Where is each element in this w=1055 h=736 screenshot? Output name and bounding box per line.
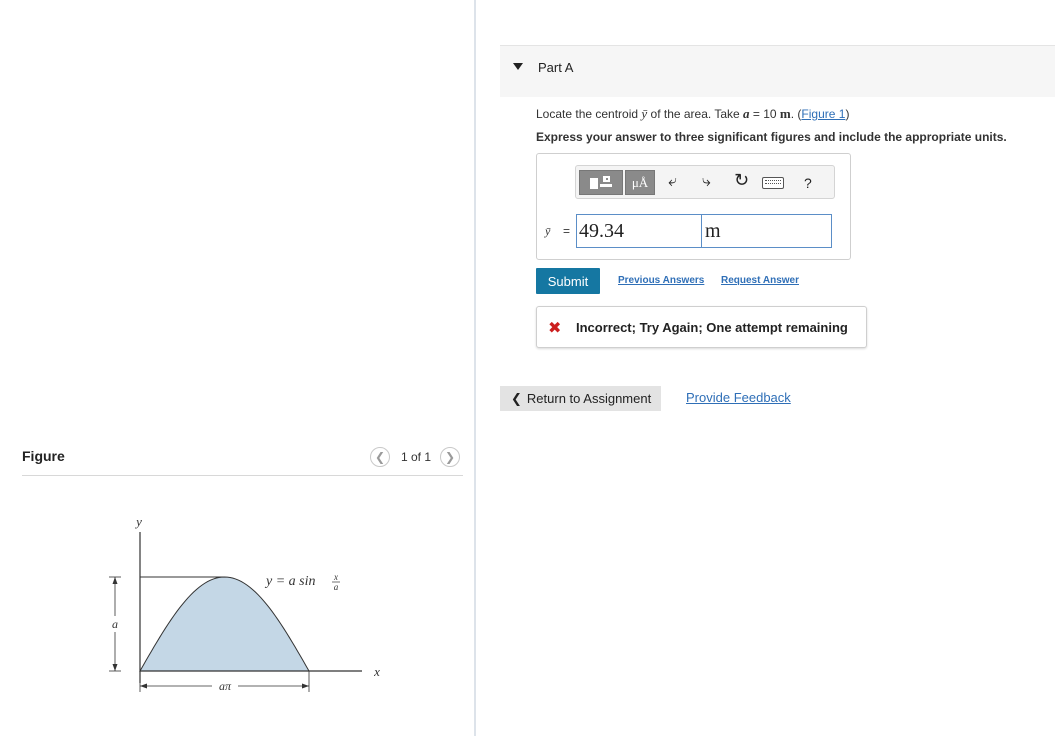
column-divider <box>474 0 476 736</box>
instructions: Express your answer to three significant… <box>536 130 1007 144</box>
help-button[interactable]: ? <box>804 175 812 191</box>
height-arrow-bottom <box>112 664 118 671</box>
question-close: ) <box>845 107 850 121</box>
figure-header: Figure ❮ 1 of 1 ❯ <box>22 446 463 476</box>
figure-pager: ❮ 1 of 1 ❯ <box>370 446 461 468</box>
x-icon: ✖ <box>548 320 562 337</box>
answer-box: μÅ ⤶ ⤷ ↻ ? ȳ = 49.34 m <box>536 153 851 260</box>
width-arrow-left <box>140 683 147 689</box>
value-input[interactable]: 49.34 <box>576 214 703 248</box>
return-to-assignment-button[interactable]: ❮ Return to Assignment <box>500 386 661 411</box>
width-label: aπ <box>219 679 232 693</box>
shaded-area <box>139 576 310 672</box>
triangle-down-icon[interactable] <box>513 63 523 70</box>
part-a-header[interactable]: Part A <box>500 45 1055 97</box>
keyboard-icon[interactable] <box>762 177 784 189</box>
height-arrow-top <box>112 577 118 584</box>
part-title: Part A <box>538 60 574 75</box>
previous-answers-link[interactable]: Previous Answers <box>618 275 704 286</box>
question-unit: m <box>779 106 791 121</box>
question-prefix: Locate the centroid <box>536 107 642 121</box>
units-button[interactable]: μÅ <box>625 170 655 195</box>
height-label: a <box>112 617 118 631</box>
width-arrow-right <box>302 683 309 689</box>
template-icon[interactable] <box>579 170 623 195</box>
unit-input[interactable]: m <box>702 214 833 248</box>
curve-fraction-numerator: x <box>333 572 338 582</box>
x-axis-label: x <box>373 664 380 679</box>
chevron-left-icon: ❮ <box>511 390 522 406</box>
answer-equals: = <box>563 224 571 238</box>
curve-fraction-denominator: a <box>334 582 339 592</box>
provide-feedback-link[interactable]: Provide Feedback <box>686 390 791 405</box>
chevron-left-icon[interactable]: ❮ <box>370 447 390 467</box>
feedback-text: Incorrect; Try Again; One attempt remain… <box>576 320 848 335</box>
figure-link[interactable]: Figure 1 <box>801 107 845 121</box>
request-answer-link[interactable]: Request Answer <box>721 275 799 286</box>
redo-icon[interactable]: ⤷ <box>702 173 711 191</box>
question-equals: = 10 <box>749 107 780 121</box>
reset-icon[interactable]: ↻ <box>734 171 749 189</box>
question-text: Locate the centroid ȳ of the area. Take … <box>536 106 849 122</box>
figure-title: Figure <box>22 448 65 464</box>
submit-button[interactable]: Submit <box>536 268 600 294</box>
return-label: Return to Assignment <box>526 391 652 406</box>
feedback-box: ✖ Incorrect; Try Again; One attempt rema… <box>536 306 867 348</box>
toolbar-button-group: μÅ <box>579 170 655 195</box>
undo-icon[interactable]: ⤶ <box>668 173 677 191</box>
pager-text: 1 of 1 <box>401 450 432 464</box>
y-axis-label: y <box>134 514 142 529</box>
chevron-right-icon[interactable]: ❯ <box>440 447 461 467</box>
question-middle: of the area. Take <box>647 107 744 121</box>
curve-equation-label: y = a sin <box>264 574 316 589</box>
figure-diagram: a aπ y x y = a sin x a <box>109 514 380 694</box>
question-period: . ( <box>790 107 802 121</box>
math-toolbar: μÅ ⤶ ⤷ ↻ ? <box>575 165 835 199</box>
answer-row: ȳ = 49.34 m <box>545 214 833 248</box>
